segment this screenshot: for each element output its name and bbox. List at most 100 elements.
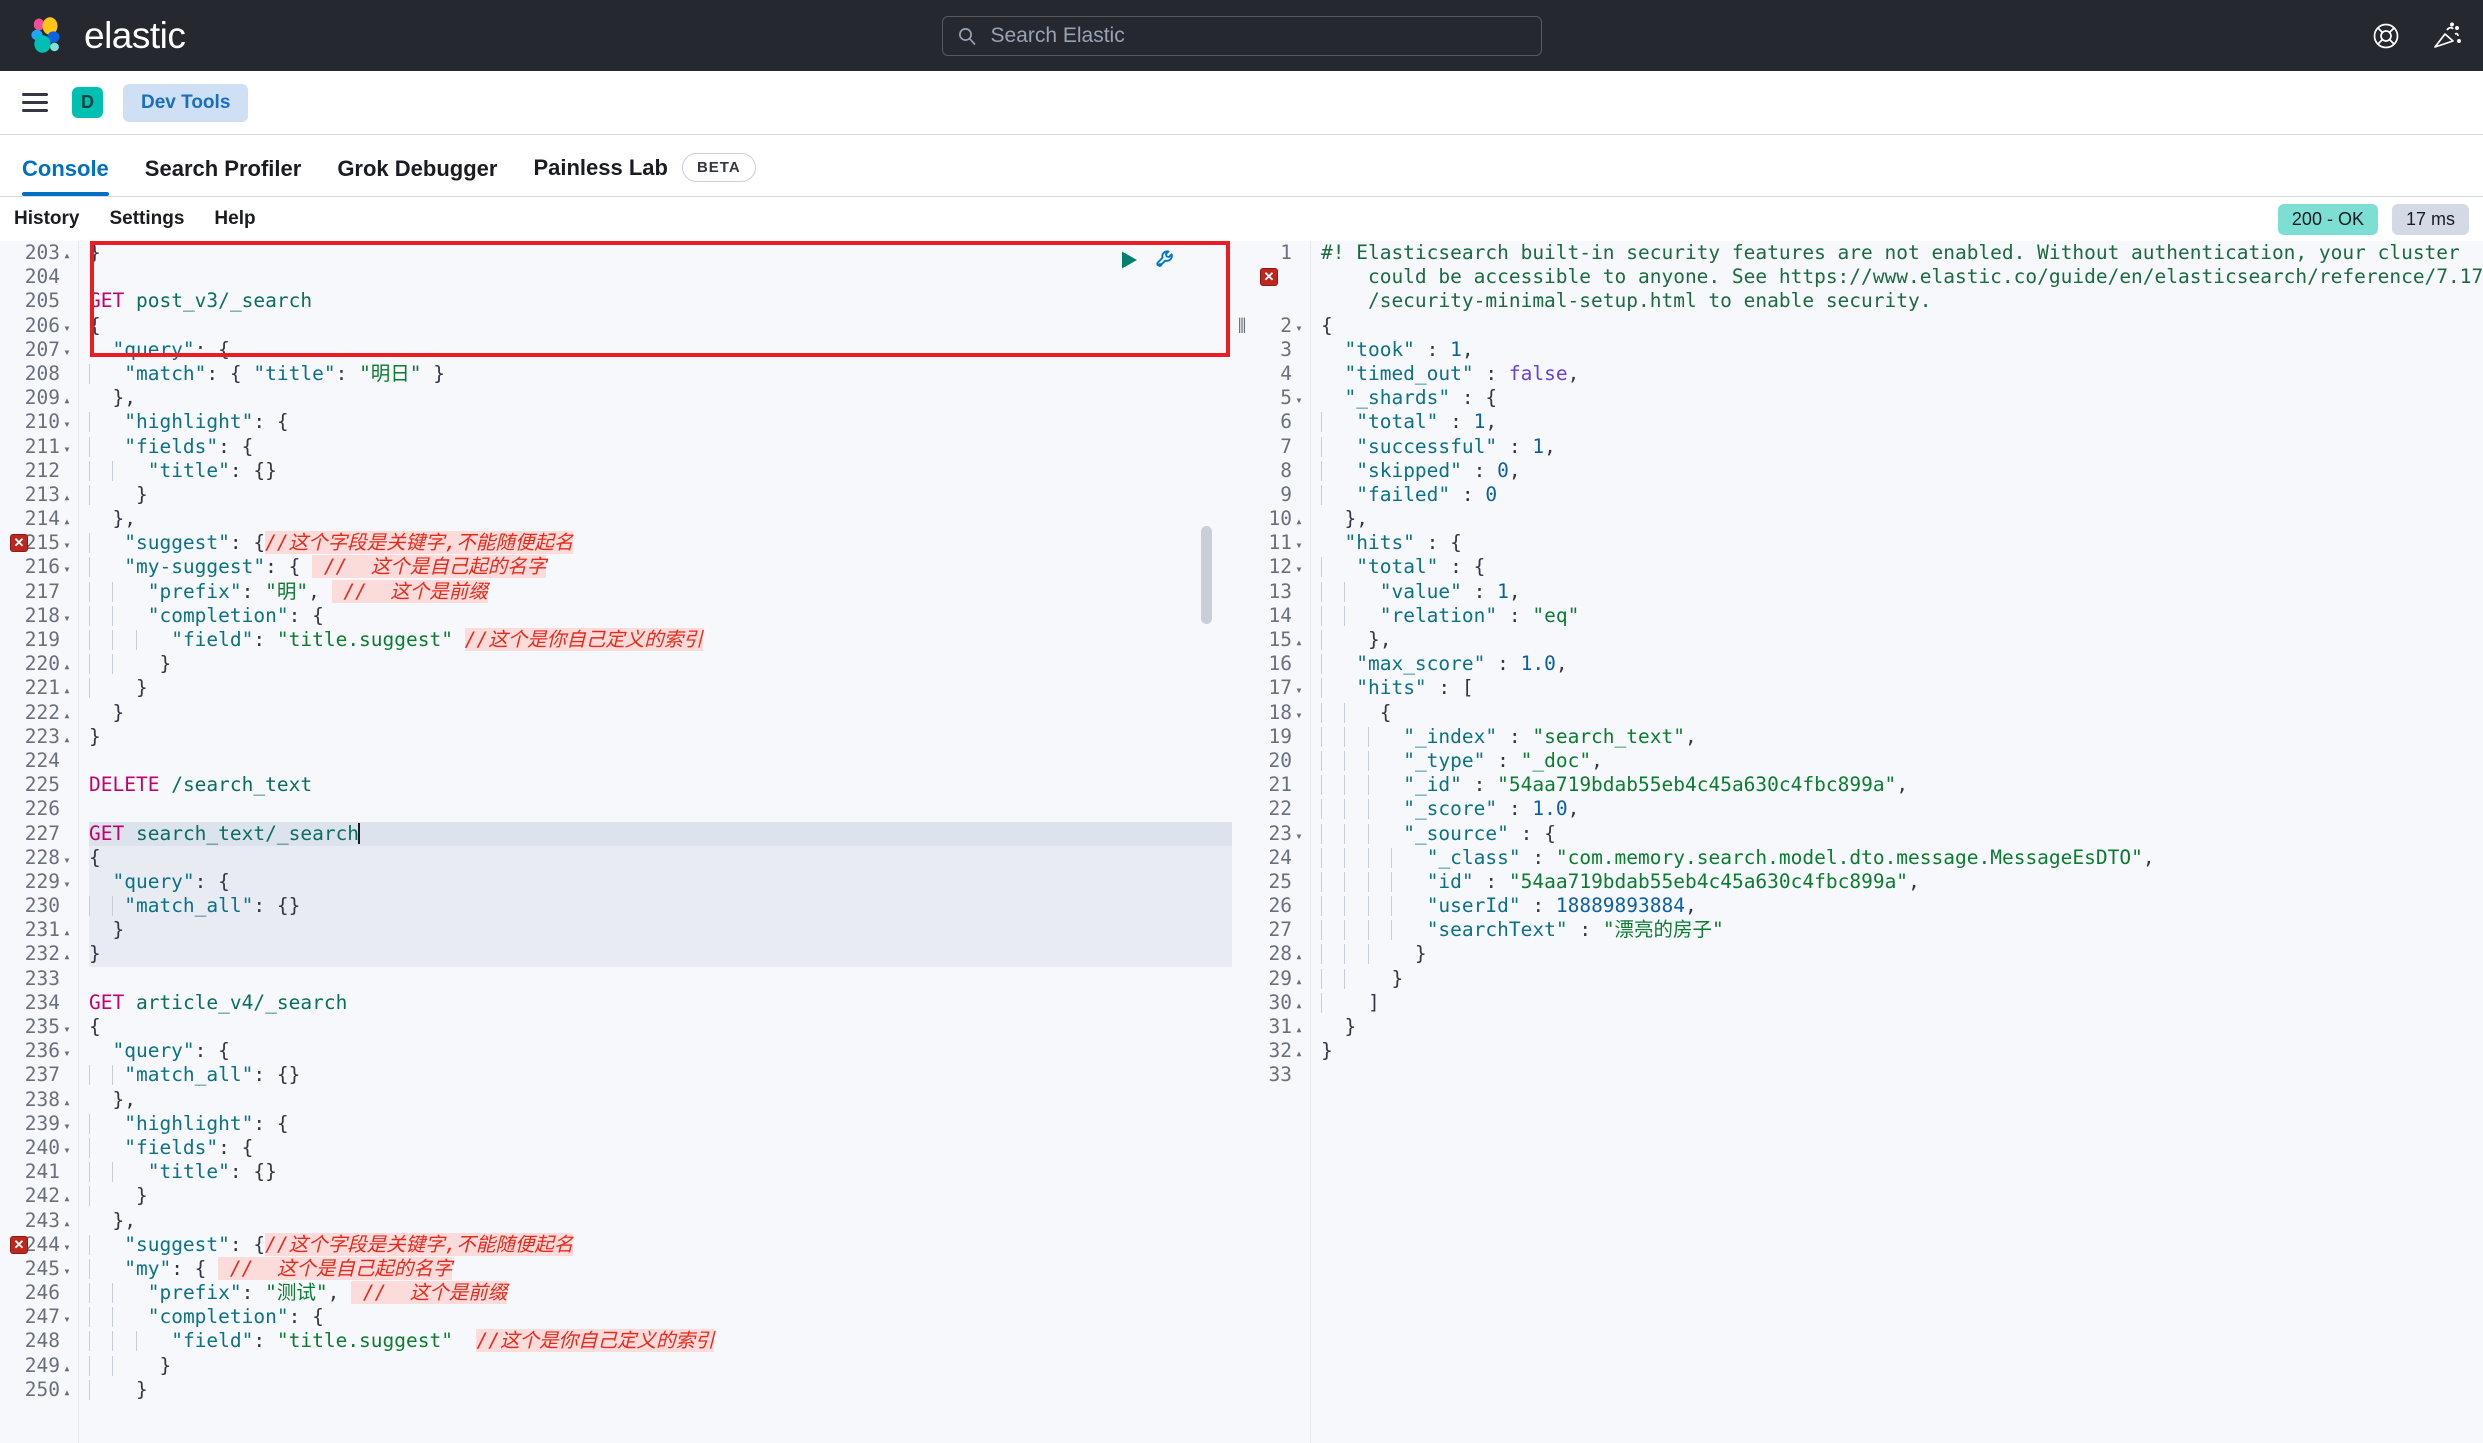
global-search-bar[interactable] (941, 15, 1542, 56)
editor-scrollbar-thumb[interactable] (1201, 526, 1212, 624)
code-line[interactable]: "total" : 1, (1321, 410, 2483, 434)
fold-toggle-icon[interactable]: ▾ (60, 1114, 74, 1138)
code-line[interactable]: } (89, 725, 1232, 749)
fold-toggle-icon[interactable]: ▾ (1292, 533, 1306, 557)
code-line[interactable]: "field": "title.suggest" //这个是你自己定义的索引 (89, 628, 1232, 652)
whats-new-party-icon[interactable] (2431, 21, 2461, 51)
code-line[interactable]: "match": { "title": "明日" } (89, 362, 1232, 386)
fold-toggle-icon[interactable]: ▾ (60, 340, 74, 364)
code-line[interactable]: } (89, 701, 1232, 725)
tab-painless-lab[interactable]: Painless Lab BETA (533, 153, 756, 196)
code-line[interactable] (1321, 1063, 2483, 1087)
code-line[interactable]: "_class" : "com.memory.search.model.dto.… (1321, 846, 2483, 870)
response-code-lines[interactable]: #! Elasticsearch built-in security featu… (1310, 241, 2483, 1443)
fold-toggle-icon[interactable]: ▴ (60, 920, 74, 944)
code-line[interactable]: "prefix": "测试", // 这个是前缀 (89, 1281, 1232, 1305)
code-line[interactable]: } (89, 676, 1232, 700)
code-line[interactable]: { (89, 314, 1232, 338)
fold-toggle-icon[interactable]: ▴ (1292, 630, 1306, 654)
request-editor[interactable]: 203 ▴ 204 205 206 ▾ 207 ▾ 208 209 ▴ 210 ▾ 211 ▾ 212 213 ▴… (0, 241, 1232, 1443)
code-line[interactable]: } (89, 918, 1232, 943)
fold-toggle-icon[interactable]: ▴ (1292, 993, 1306, 1017)
code-line[interactable]: "_source" : { (1321, 822, 2483, 846)
response-editor[interactable]: 1 ✕ 2 ▾ 3 4 5 ▾ 6 7 8 9 10 ▴ 11 ▾ 12 ▾ 13 14 15 ▴ 16 17 ▾ 18 ▾ 19 20… (1250, 241, 2483, 1443)
code-line[interactable]: GET article_v4/_search (89, 991, 1232, 1015)
code-line[interactable]: "suggest": {//这个字段是关键字,不能随便起名 (89, 531, 1232, 555)
code-line[interactable]: "match_all": {} (89, 1063, 1232, 1087)
fold-toggle-icon[interactable]: ▴ (60, 509, 74, 533)
code-line[interactable]: "hits" : [ (1321, 676, 2483, 700)
code-line[interactable]: "completion": { (89, 604, 1232, 628)
code-line[interactable]: /security-minimal-setup.html to enable s… (1321, 289, 2483, 313)
code-line[interactable]: "highlight": { (89, 410, 1232, 434)
code-line[interactable]: { (89, 1015, 1232, 1039)
code-line[interactable]: "prefix": "明", // 这个是前缀 (89, 579, 1232, 604)
space-avatar[interactable]: D (72, 87, 103, 118)
code-line[interactable]: GET search_text/_search (89, 821, 1232, 846)
fold-toggle-icon[interactable]: ▴ (60, 1380, 74, 1404)
code-line[interactable]: } (89, 1184, 1232, 1208)
code-line[interactable] (89, 967, 1232, 991)
code-line[interactable]: }, (89, 386, 1232, 410)
code-line[interactable]: "my-suggest": { // 这个是自己起的名字 (89, 555, 1232, 579)
breadcrumb-item-dev-tools[interactable]: Dev Tools (123, 83, 249, 122)
code-line[interactable]: "suggest": {//这个字段是关键字,不能随便起名 (89, 1232, 1232, 1257)
code-line[interactable]: "successful" : 1, (1321, 435, 2483, 459)
fold-toggle-icon[interactable]: ▾ (60, 557, 74, 581)
fold-toggle-icon[interactable]: ▴ (1292, 969, 1306, 993)
fold-toggle-icon[interactable]: ▴ (60, 654, 74, 678)
code-line[interactable]: could be accessible to anyone. See https… (1321, 265, 2483, 289)
code-line[interactable]: { (1321, 314, 2483, 338)
code-line[interactable]: } (89, 241, 1232, 265)
fold-toggle-icon[interactable]: ▴ (1292, 509, 1306, 533)
fold-toggle-icon[interactable]: ▾ (1292, 316, 1306, 340)
fold-toggle-icon[interactable]: ▴ (60, 1090, 74, 1114)
code-line[interactable]: "query": { (89, 1039, 1232, 1063)
fold-toggle-icon[interactable]: ▴ (60, 1356, 74, 1380)
fold-toggle-icon[interactable]: ▾ (60, 437, 74, 461)
editor-code-lines[interactable]: } GET post_v3/_search{ "query": { "match… (78, 241, 1232, 1443)
fold-toggle-icon[interactable]: ▾ (60, 1307, 74, 1331)
code-line[interactable]: GET post_v3/_search (89, 289, 1232, 313)
code-line[interactable]: } (89, 1378, 1232, 1402)
editor-line-number-gutter[interactable]: 203 ▴ 204 205 206 ▾ 207 ▾ 208 209 ▴ 210 ▾ 211 ▾ 212 213 ▴… (0, 241, 78, 1443)
fold-toggle-icon[interactable]: ▾ (60, 872, 74, 896)
code-line[interactable]: "_score" : 1.0, (1321, 797, 2483, 821)
fold-toggle-icon[interactable]: ▾ (1292, 678, 1306, 702)
code-line[interactable]: } (1321, 1039, 2483, 1063)
code-line[interactable]: } (89, 1354, 1232, 1378)
fold-toggle-icon[interactable]: ▴ (60, 388, 74, 412)
fold-toggle-icon[interactable]: ▾ (1292, 703, 1306, 727)
fold-toggle-icon[interactable]: ▴ (60, 703, 74, 727)
code-line[interactable]: "query": { (89, 338, 1232, 362)
code-line[interactable]: }, (89, 1088, 1232, 1112)
code-line[interactable] (89, 749, 1232, 773)
code-line[interactable]: }, (89, 507, 1232, 531)
code-line[interactable] (89, 265, 1232, 289)
code-line[interactable]: "fields": { (89, 435, 1232, 459)
code-line[interactable] (89, 797, 1232, 821)
request-editor-pane[interactable]: 203 ▴ 204 205 206 ▾ 207 ▾ 208 209 ▴ 210 ▾ 211 ▾ 212 213 ▴… (0, 241, 1232, 1443)
fold-toggle-icon[interactable]: ▴ (60, 944, 74, 968)
help-life-ring-icon[interactable] (2371, 21, 2401, 51)
code-line[interactable]: "match_all": {} (89, 894, 1232, 919)
fold-toggle-icon[interactable]: ▾ (60, 1138, 74, 1162)
code-line[interactable]: "_type" : "_doc", (1321, 749, 2483, 773)
code-line[interactable]: "hits" : { (1321, 531, 2483, 555)
code-line[interactable]: }, (1321, 628, 2483, 652)
fold-toggle-icon[interactable]: ▾ (60, 848, 74, 872)
code-line[interactable]: "searchText" : "漂亮的房子" (1321, 918, 2483, 942)
fold-toggle-icon[interactable]: ▾ (1292, 557, 1306, 581)
code-line[interactable]: } (89, 483, 1232, 507)
history-button[interactable]: History (14, 208, 79, 230)
code-line[interactable]: } (1321, 967, 2483, 991)
code-line[interactable]: "_id" : "54aa719bdab55eb4c45a630c4fbc899… (1321, 773, 2483, 797)
fold-toggle-icon[interactable]: ▾ (60, 533, 74, 557)
fold-toggle-icon[interactable]: ▾ (1292, 824, 1306, 848)
code-line[interactable]: "timed_out" : false, (1321, 362, 2483, 386)
fold-toggle-icon[interactable]: ▾ (60, 316, 74, 340)
wrench-request-options-icon[interactable] (1154, 248, 1178, 272)
code-line[interactable]: }, (1321, 507, 2483, 531)
code-line[interactable]: "took" : 1, (1321, 338, 2483, 362)
fold-toggle-icon[interactable]: ▴ (60, 678, 74, 702)
